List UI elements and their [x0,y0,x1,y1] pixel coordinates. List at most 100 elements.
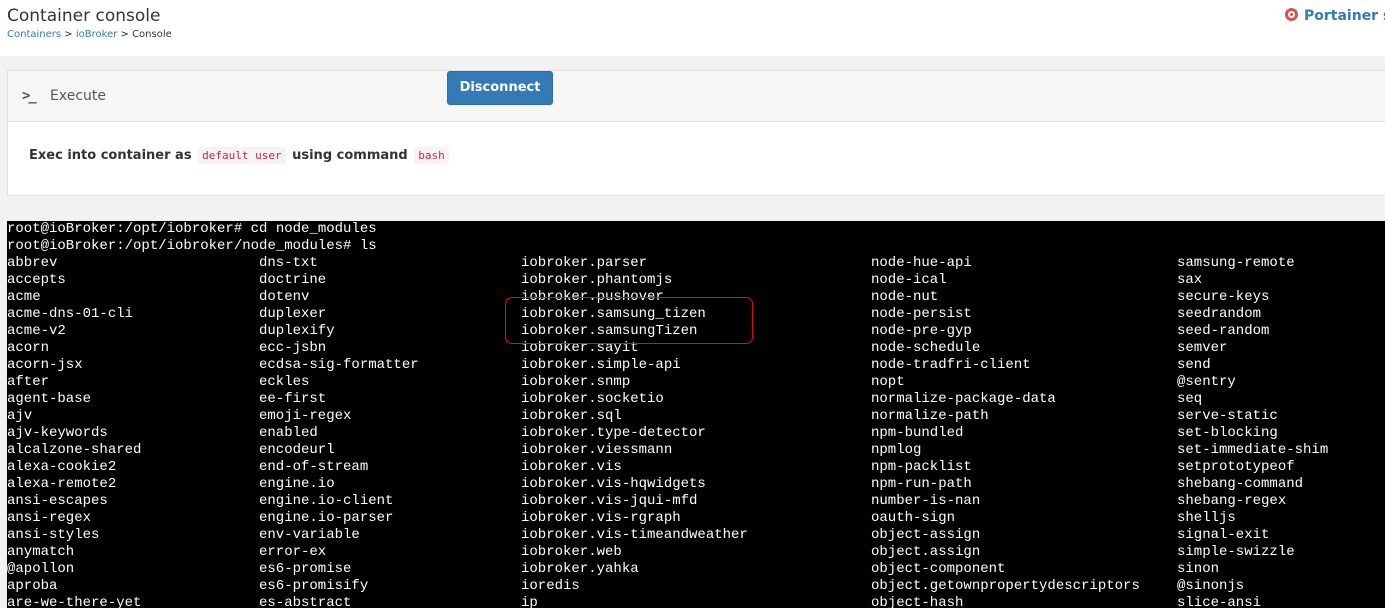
terminal-ls-entry: seedrandom [1177,306,1262,322]
terminal-ls-entry: ajv-keywords [7,425,108,441]
terminal-ls-entry: emoji-regex [259,408,352,424]
terminal-ls-entry: semver [1177,340,1228,356]
terminal-ls-entry: setprototypeof [1177,459,1295,475]
terminal-ls-entry: dns-txt [259,255,318,271]
terminal-ls-entry: iobroker.samsungTizen [521,323,698,339]
terminal-ls-entry: send [1177,357,1211,373]
terminal-ls-entry: iobroker.socketio [521,391,664,407]
terminal-ls-entry: @apollon [7,561,75,577]
terminal-ls-entry: samsung-remote [1177,255,1295,271]
exec-user: default user [198,147,286,164]
terminal-ls-entry: agent-base [7,391,92,407]
terminal-ls-entry: ansi-regex [7,510,92,526]
terminal-ls-entry: doctrine [259,272,327,288]
breadcrumb-separator: > [64,29,73,40]
terminal-ls-entry: error-ex [259,544,327,560]
terminal-ls-entry: duplexify [259,323,335,339]
breadcrumb-containers[interactable]: Containers [7,29,61,40]
terminal-ls-entry: node-persist [871,306,972,322]
terminal-ls-entry: object.assign [871,544,981,560]
terminal-prompt-line: root@ioBroker:/opt/iobroker/node_modules… [7,238,377,254]
terminal-ls-entry: acme [7,289,41,305]
terminal-ls-entry: iobroker.yahka [521,561,639,577]
terminal-ls-entry: sinon [1177,561,1220,577]
terminal-console[interactable]: root@ioBroker:/opt/iobroker# cd node_mod… [7,221,1385,608]
terminal-ls-entry: iobroker.web [521,544,622,560]
terminal-ls-entry: slice-ansi [1177,595,1262,608]
terminal-ls-entry: secure-keys [1177,289,1270,305]
execute-panel-body: Exec into container as default user usin… [8,122,1385,197]
terminal-ls-entry: ioredis [521,578,580,594]
terminal-ls-entry: npm-packlist [871,459,972,475]
terminal-ls-entry: enabled [259,425,318,441]
terminal-ls-entry: iobroker.vis-timeandweather [521,527,748,543]
terminal-ls-entry: node-ical [871,272,947,288]
disconnect-button[interactable]: Disconnect [447,71,553,105]
terminal-ls-entry: seed-random [1177,323,1270,339]
terminal-ls-entry: duplexer [259,306,327,322]
terminal-ls-entry: end-of-stream [259,459,369,475]
breadcrumb: Containers > ioBroker > Console [7,29,172,40]
terminal-ls-entry: npmlog [871,442,922,458]
terminal-ls-entry: es6-promise [259,561,352,577]
terminal-ls-entry: iobroker.vis-rgraph [521,510,681,526]
page-title: Container console [7,6,161,26]
terminal-ls-entry: alcalzone-shared [7,442,142,458]
terminal-ls-entry: shelljs [1177,510,1236,526]
terminal-ls-entry: serve-static [1177,408,1278,424]
terminal-ls-entry: iobroker.vis [521,459,622,475]
terminal-ls-entry: ee-first [259,391,327,407]
terminal-ls-entry: @sinonjs [1177,578,1245,594]
terminal-ls-entry: iobroker.parser [521,255,648,271]
terminal-ls-entry: ajv [7,408,33,424]
terminal-ls-entry: engine.io-parser [259,510,394,526]
support-link[interactable]: Portainer su [1285,8,1385,24]
terminal-ls-entry: iobroker.simple-api [521,357,681,373]
terminal-ls-entry: shebang-command [1177,476,1304,492]
terminal-ls-entry: npm-run-path [871,476,972,492]
terminal-ls-entry: ecdsa-sig-formatter [259,357,419,373]
breadcrumb-iobroker[interactable]: ioBroker [76,29,117,40]
terminal-ls-entry: after [7,374,50,390]
terminal-ls-entry: aproba [7,578,58,594]
exec-command: bash [414,147,449,164]
terminal-ls-entry: simple-swizzle [1177,544,1295,560]
terminal-ls-entry: iobroker.viessmann [521,442,673,458]
terminal-ls-entry: acme-dns-01-cli [7,306,134,322]
terminal-ls-entry: iobroker.vis-hqwidgets [521,476,706,492]
terminal-ls-entry: oauth-sign [871,510,956,526]
terminal-ls-entry: sax [1177,272,1203,288]
terminal-ls-entry: object-assign [871,527,981,543]
terminal-ls-entry: object.getownpropertydescriptors [871,578,1140,594]
terminal-ls-entry: abbrev [7,255,58,271]
lifebuoy-icon [1285,8,1298,21]
terminal-ls-entry: acorn-jsx [7,357,83,373]
terminal-ls-entry: acorn [7,340,50,356]
breadcrumb-console: Console [132,29,172,40]
terminal-ls-entry: env-variable [259,527,360,543]
terminal-ls-entry: @sentry [1177,374,1236,390]
terminal-ls-entry: iobroker.snmp [521,374,631,390]
terminal-ls-entry: alexa-cookie2 [7,459,117,475]
terminal-ls-entry: accepts [7,272,66,288]
terminal-ls-entry: ip [521,595,538,608]
terminal-ls-entry: acme-v2 [7,323,66,339]
exec-prefix: Exec into container as [29,148,192,163]
terminal-ls-entry: seq [1177,391,1203,407]
terminal-prompt-line: root@ioBroker:/opt/iobroker# cd node_mod… [7,221,377,237]
execute-panel: >_ Execute Exec into container as defaul… [7,70,1385,196]
breadcrumb-separator: > [120,29,129,40]
execute-panel-header: >_ Execute [8,71,1385,122]
terminal-ls-entry: es-abstract [259,595,352,608]
terminal-ls-entry: iobroker.samsung_tizen [521,306,706,322]
terminal-ls-entry: set-immediate-shim [1177,442,1329,458]
terminal-ls-entry: normalize-package-data [871,391,1056,407]
terminal-ls-entry: number-is-nan [871,493,981,509]
support-link-label: Portainer su [1304,8,1385,24]
terminal-ls-entry: ansi-escapes [7,493,108,509]
terminal-ls-entry: object-hash [871,595,964,608]
terminal-ls-entry: iobroker.phantomjs [521,272,673,288]
terminal-ls-entry: iobroker.type-detector [521,425,706,441]
exec-middle: using command [292,148,408,163]
terminal-ls-entry: iobroker.pushover [521,289,664,305]
